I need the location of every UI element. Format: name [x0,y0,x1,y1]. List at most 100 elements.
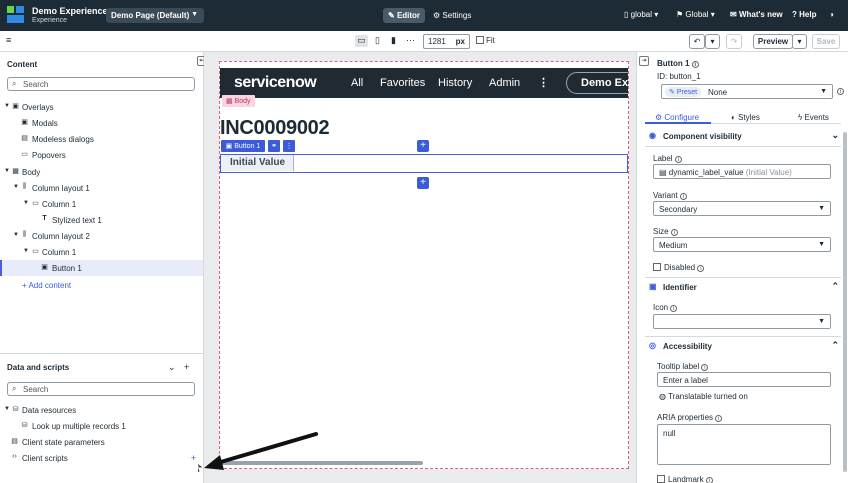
body-tag[interactable]: ▦ Body [222,95,255,107]
add-content-button[interactable]: + Add content [22,281,71,290]
page-canvas[interactable]: servicenow All Favorites History Admin ⋮… [219,61,629,469]
caret-down-icon[interactable]: ▼ [13,232,19,238]
tree-item-overlays[interactable]: ▼ ▣ Overlays [0,99,203,115]
caret-down-icon[interactable]: ▼ [23,248,29,254]
preset-select[interactable]: ✎ Preset None ▼ [661,84,833,99]
tree-label: Look up multiple records 1 [32,422,126,431]
tree-item-column-1[interactable]: ▼ ▭ Column 1 [0,196,203,212]
nav-link-favorites[interactable]: Favorites [380,77,425,89]
page-selector[interactable]: Demo Page (Default) ▼ [106,8,204,23]
section-accessibility[interactable]: ◎ Accessibility ⌃ [645,340,841,354]
tree-item-look-up-records[interactable]: ⛁ Look up multiple records 1 [0,418,203,434]
collapse-panel-icon[interactable]: ⇥ [639,56,649,66]
more-icon[interactable]: ⋯ [404,35,417,47]
preset-value: None [708,88,728,97]
info-icon[interactable]: i [837,88,844,95]
tree-item-data-resources[interactable]: ▼ ⛁ Data resources [0,402,203,418]
caret-down-icon[interactable]: ▼ [4,406,10,412]
selected-column-layout[interactable]: Initial Value [220,154,628,173]
info-icon[interactable]: i [715,415,723,422]
info-icon[interactable]: i [680,193,687,200]
nav-link-history[interactable]: History [438,77,472,89]
tree-item-column-1[interactable]: ▼ ▭ Column 1 [0,244,203,260]
tree-item-button-1[interactable]: ▣ Button 1 [0,260,203,276]
disabled-label: Disabled [664,263,696,272]
tree-item-client-state-parameters[interactable]: ▤ Client state parameters [0,434,203,450]
servicenow-header[interactable]: servicenow All Favorites History Admin ⋮… [220,68,628,98]
tablet-view-icon[interactable]: ▯ [371,35,384,47]
chevron-down-icon[interactable]: ⌄ [168,362,176,373]
data-search-input[interactable]: ⌕ Search [7,382,195,396]
viewport-width-input[interactable]: 1281 px [423,34,470,49]
nav-link-all[interactable]: All [351,77,363,89]
more-vertical-icon[interactable]: ⋮ [538,76,549,89]
caret-down-icon[interactable]: ▼ [13,184,19,190]
icon-select[interactable]: ▼ [653,314,831,329]
info-icon[interactable]: i [674,156,682,163]
disabled-checkbox[interactable]: Disabled i [653,263,705,272]
caret-down-icon[interactable]: ▼ [23,200,29,206]
desktop-view-icon[interactable]: ▭ [355,35,368,47]
experience-pill[interactable]: Demo Expe [566,72,628,94]
add-client-script-icon[interactable]: + [189,453,198,463]
selected-component-chip[interactable]: ▣ Button 1 [221,140,265,152]
add-above-icon[interactable]: + [417,140,429,152]
chevron-down-icon[interactable]: ▾ [792,34,807,49]
chevron-down-icon[interactable]: ▾ [705,34,720,49]
vertical-scrollbar[interactable] [843,132,847,472]
tree-label: Column 1 [42,200,77,209]
tree-item-modals[interactable]: ▣ Modals [0,115,203,131]
undo-icon[interactable]: ↶ [689,34,705,49]
section-identifier[interactable]: ▣ Identifier ⌃ [645,281,841,295]
section-component-visibility[interactable]: ◉ Component visibility ⌄ [645,130,841,144]
info-icon[interactable]: i [701,364,709,371]
redo-icon[interactable]: ↷ [726,34,742,49]
content-search-input[interactable]: ⌕ Search [7,77,195,91]
info-icon[interactable]: i [705,477,713,483]
tree-label: Stylized text 1 [52,216,102,225]
tab-configure[interactable]: ⚙ Configure [655,113,699,122]
fit-checkbox[interactable]: Fit [476,36,495,45]
info-icon[interactable]: i [670,305,678,312]
phone-view-icon[interactable]: ▮ [387,35,400,47]
link-icon[interactable]: ⚭ [268,140,280,152]
menu-icon[interactable]: ≡ [6,35,11,45]
aria-properties-textarea[interactable]: null [657,424,831,465]
info-icon[interactable]: i [691,61,699,68]
app-title: Demo Experience [32,6,108,16]
caret-down-icon[interactable]: ▼ [4,103,10,109]
viewport-unit: px [455,37,465,46]
theme-toggle-icon[interactable]: ◑ [829,10,834,19]
landmark-checkbox[interactable]: Landmark i [657,475,713,483]
tree-item-popovers[interactable]: ▭ Popovers [0,147,203,163]
tooltip-input[interactable]: Enter a label [657,372,831,387]
tab-events[interactable]: ϟ Events [798,113,829,122]
tooltip-label: Tooltip label i [657,362,709,371]
help-button[interactable]: ? Help [792,10,816,19]
nav-link-admin[interactable]: Admin [489,77,520,89]
caret-down-icon[interactable]: ▼ [4,168,10,174]
save-button[interactable]: Save [812,34,840,49]
whats-new-button[interactable]: ✉ What's new [730,10,783,19]
language-picker[interactable]: ⚑ Global ▾ [676,10,715,19]
scope-picker[interactable]: ▯ global ▾ [624,10,658,19]
editor-button[interactable]: ✎ Editor [383,8,425,23]
canvas-button[interactable]: Initial Value [221,155,294,171]
label-input[interactable]: ▤ dynamic_label_value (Initial Value) [653,164,831,179]
tree-item-body[interactable]: ▼ ▦ Body [0,164,203,180]
info-icon[interactable]: i [697,265,705,272]
settings-button[interactable]: ⚙ Settings [428,8,472,23]
tab-styles[interactable]: ◐ Styles [731,113,760,122]
tree-item-column-layout-1[interactable]: ▼ ⫼ Column layout 1 [0,180,203,196]
tree-item-modeless-dialogs[interactable]: ▤ Modeless dialogs [0,131,203,147]
tree-item-client-scripts[interactable]: ‹› Client scripts + [0,450,203,466]
more-vertical-icon[interactable]: ⋮ [283,140,295,152]
info-icon[interactable]: i [670,229,678,236]
size-select[interactable]: Medium ▼ [653,237,831,252]
variant-select[interactable]: Secondary ▼ [653,201,831,216]
tree-item-stylized-text-1[interactable]: T Stylized text 1 [0,212,203,228]
preview-button[interactable]: Preview [753,34,793,49]
add-icon[interactable]: + [184,362,189,372]
tree-item-column-layout-2[interactable]: ▼ ⫼ Column layout 2 [0,228,203,244]
add-below-icon[interactable]: + [417,177,429,189]
